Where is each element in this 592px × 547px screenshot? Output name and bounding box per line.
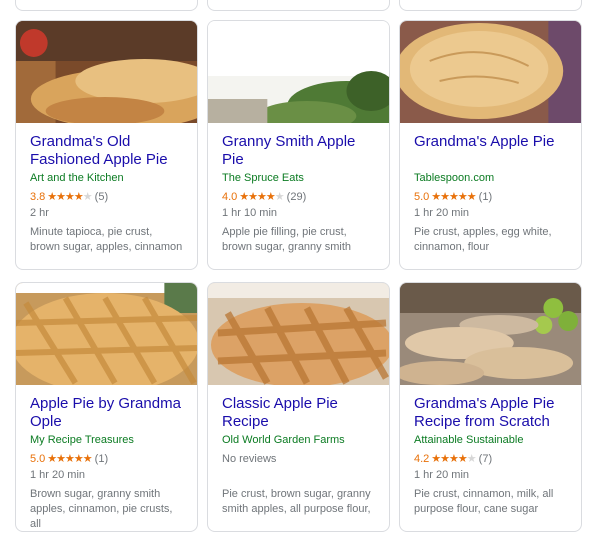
cook-time: 1 hr 20 min bbox=[30, 469, 86, 481]
cook-time: 2 hr bbox=[30, 207, 49, 219]
recipe-title[interactable]: Grandma's Apple Pie bbox=[414, 133, 567, 169]
star-rating: ★ ★ ★ ★ ★ bbox=[239, 189, 285, 205]
star-icon: ★ bbox=[56, 191, 66, 203]
recipe-card[interactable]: Grandma's Old Fashioned Apple Pie Art an… bbox=[15, 20, 198, 270]
star-icon: ★ bbox=[56, 453, 66, 465]
ingredients-text: Pie crust, apples, egg white, cinnamon, … bbox=[414, 226, 552, 253]
star-icon: ★ bbox=[265, 191, 276, 203]
ingredients-text: Pie crust, brown sugar, granny smith app… bbox=[222, 488, 371, 515]
rating-row: 3.8 ★ ★ ★ ★ ★ (5) bbox=[30, 189, 183, 205]
star-icon: ★ bbox=[73, 191, 84, 203]
recipe-title[interactable]: Grandma's Apple Pie Recipe from Scratch bbox=[414, 395, 567, 431]
star-icon: ★ bbox=[449, 453, 459, 465]
recipe-image[interactable] bbox=[400, 283, 581, 385]
star-icon: ★ bbox=[257, 191, 267, 203]
rating-value: 4.2 bbox=[414, 453, 430, 465]
star-icon: ★ bbox=[431, 453, 441, 465]
recipe-image[interactable] bbox=[208, 21, 389, 123]
star-rating: ★ ★ ★ ★ ★ bbox=[431, 189, 477, 205]
star-rating: ★ ★ ★ ★ ★ bbox=[47, 189, 93, 205]
recipe-card[interactable]: Apple Pie by Grandma Ople My Recipe Trea… bbox=[15, 282, 198, 532]
star-icon: ★ bbox=[82, 191, 93, 203]
recipe-source: Old World Garden Farms bbox=[222, 434, 345, 446]
star-icon: ★ bbox=[457, 453, 468, 465]
recipe-card[interactable]: Granny Smith Apple Pie The Spruce Eats 4… bbox=[207, 20, 390, 270]
review-count: (29) bbox=[286, 191, 307, 203]
recipe-image[interactable] bbox=[400, 21, 581, 123]
review-count: (1) bbox=[478, 191, 493, 203]
no-reviews-label: No reviews bbox=[222, 453, 277, 465]
recipe-source: My Recipe Treasures bbox=[30, 434, 134, 446]
rating-row: 4.0 ★ ★ ★ ★ ★ (29) bbox=[222, 189, 375, 205]
recipe-source: The Spruce Eats bbox=[222, 172, 304, 184]
ingredients-text: Brown sugar, granny smith apples, cinnam… bbox=[30, 488, 173, 530]
recipe-title[interactable]: Grandma's Old Fashioned Apple Pie bbox=[30, 133, 183, 169]
cook-time: 1 hr 20 min bbox=[414, 469, 470, 481]
star-icon: ★ bbox=[274, 191, 285, 203]
recipe-title[interactable]: Apple Pie by Grandma Ople bbox=[30, 395, 183, 431]
rating-row: 4.2 ★ ★ ★ ★ ★ (7) bbox=[414, 451, 567, 467]
star-icon: ★ bbox=[239, 191, 249, 203]
recipe-image[interactable] bbox=[16, 21, 197, 123]
ingredients-text: Pie crust, cinnamon, milk, all purpose f… bbox=[414, 488, 554, 515]
rating-row: 5.0 ★ ★ ★ ★ ★ (1) bbox=[414, 189, 567, 205]
partial-recipe-card[interactable] bbox=[15, 0, 198, 11]
star-icon: ★ bbox=[466, 191, 477, 203]
review-count: (7) bbox=[478, 453, 493, 465]
recipe-title[interactable]: Granny Smith Apple Pie bbox=[222, 133, 375, 169]
rating-value: 4.0 bbox=[222, 191, 238, 203]
rating-value: 5.0 bbox=[414, 191, 430, 203]
star-icon: ★ bbox=[449, 191, 459, 203]
cook-time: 1 hr 10 min bbox=[222, 207, 278, 219]
star-icon: ★ bbox=[82, 453, 93, 465]
rating-row: 5.0 ★ ★ ★ ★ ★ (1) bbox=[30, 451, 183, 467]
recipe-source: Attainable Sustainable bbox=[414, 434, 524, 446]
recipe-image[interactable] bbox=[208, 283, 389, 385]
recipe-source: Tablespoon.com bbox=[414, 172, 495, 184]
rating-value: 5.0 bbox=[30, 453, 46, 465]
star-icon: ★ bbox=[466, 453, 477, 465]
star-rating: ★ ★ ★ ★ ★ bbox=[47, 451, 93, 467]
star-icon: ★ bbox=[457, 191, 468, 203]
recipe-card[interactable]: Classic Apple Pie Recipe Old World Garde… bbox=[207, 282, 390, 532]
ingredients-text: Apple pie filling, pie crust, brown suga… bbox=[222, 226, 352, 253]
rating-value: 3.8 bbox=[30, 191, 46, 203]
ingredients-text: Minute tapioca, pie crust, brown sugar, … bbox=[30, 226, 183, 253]
star-icon: ★ bbox=[431, 191, 441, 203]
recipe-card[interactable]: Grandma's Apple Pie Tablespoon.com 5.0 ★… bbox=[399, 20, 582, 270]
star-icon: ★ bbox=[65, 191, 75, 203]
partial-recipe-card[interactable] bbox=[399, 0, 582, 11]
star-icon: ★ bbox=[440, 453, 450, 465]
recipe-image[interactable] bbox=[16, 283, 197, 385]
recipe-title[interactable]: Classic Apple Pie Recipe bbox=[222, 395, 375, 431]
star-icon: ★ bbox=[248, 191, 258, 203]
recipe-card[interactable]: Grandma's Apple Pie Recipe from Scratch … bbox=[399, 282, 582, 532]
cook-time: 1 hr 20 min bbox=[414, 207, 470, 219]
star-icon: ★ bbox=[47, 453, 57, 465]
review-count: (1) bbox=[94, 453, 109, 465]
star-icon: ★ bbox=[65, 453, 75, 465]
star-icon: ★ bbox=[47, 191, 57, 203]
recipe-source: Art and the Kitchen bbox=[30, 172, 124, 184]
review-count: (5) bbox=[94, 191, 109, 203]
partial-recipe-card[interactable] bbox=[207, 0, 390, 11]
star-rating: ★ ★ ★ ★ ★ bbox=[431, 451, 477, 467]
star-icon: ★ bbox=[73, 453, 84, 465]
star-icon: ★ bbox=[440, 191, 450, 203]
